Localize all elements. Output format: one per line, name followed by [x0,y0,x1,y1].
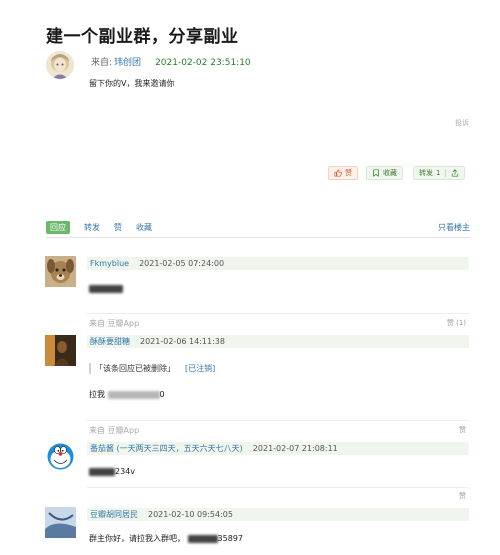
reshare-count: 1 [436,169,441,177]
comment-source: 来自 豆瓣App [89,426,140,435]
comment-source: 来自 豆瓣App [89,319,140,328]
comment-user[interactable]: 豆瓣胡同居民 [90,509,138,520]
comment-avatar[interactable] [45,256,76,287]
comment-like-link[interactable]: 赞 [459,491,466,501]
redacted-text [89,284,123,293]
quote-text: 「该条回应已被删除」 [95,364,175,373]
comment-time: 2021-02-10 09:54:05 [148,510,233,519]
author-link[interactable]: 玮创团 [114,58,141,68]
portrait-avatar-icon [45,335,76,366]
comment-text: 群主你好，请拉我入群吧， 35897 [89,533,243,544]
page-title: 建一个副业群，分享副业 [46,27,239,47]
share-icon[interactable] [451,169,459,177]
comment-tabs: 回应 转发 赞 收藏 只看楼主 [46,220,470,234]
collect-button[interactable]: 收藏 [366,166,403,180]
divider [445,169,447,177]
comment-text-prefix: 拉我 [89,390,105,399]
owner-only-link[interactable]: 只看楼主 [438,222,470,233]
divider [87,313,469,314]
collect-action: 收藏 [366,166,403,180]
quote-status[interactable]: [已注销] [185,363,215,374]
comment-avatar[interactable] [45,507,76,538]
comment-avatar[interactable] [45,441,76,472]
comment-avatar[interactable] [45,335,76,366]
thumbs-up-icon [334,169,342,177]
reshare-action: 转发 1 [413,166,466,180]
redacted-text [89,467,115,476]
comment-user[interactable]: 番茄酱 (一天两天三四天，五天六天七八天) [90,443,243,454]
comment-text-suffix: 234v [115,467,136,476]
from-label: 来自: [91,58,113,68]
post-time: 2021-02-02 23:51:10 [155,58,251,68]
comment-text-prefix: 群主你好，请拉我入群吧， [89,534,185,543]
author-avatar[interactable] [46,51,74,79]
comment-like-link[interactable]: 赞 [459,425,466,435]
comment-text-suffix: 35897 [217,534,243,543]
comment-user[interactable]: Fkmyblue [90,259,129,268]
redacted-text [187,534,218,543]
reshare-button[interactable]: 转发 1 [413,166,466,180]
post-meta: 来自: 玮创团 2021-02-02 23:51:10 [91,55,251,68]
tab-reshare[interactable]: 转发 [84,222,100,233]
quoted-reply: 「该条回应已被删除」 [已注销] [89,363,215,374]
tab-like[interactable]: 赞 [114,222,122,233]
comment-user[interactable]: 酥酥要甜糖 [90,336,130,347]
report-link[interactable]: 投诉 [455,118,469,128]
comment-header: 酥酥要甜糖 2021-02-06 14:11:38 [87,335,469,348]
bookmark-icon [373,169,379,177]
photo-avatar-icon [45,507,76,538]
comment-text [89,284,123,293]
like-button[interactable]: 赞 [328,166,358,180]
divider [87,420,469,421]
comment-header: Fkmyblue 2021-02-05 07:24:00 [87,257,469,270]
comment-time: 2021-02-06 14:11:38 [140,337,225,346]
dog-avatar-icon [45,256,76,287]
divider [87,487,469,488]
collect-label: 收藏 [383,169,397,177]
comment-time: 2021-02-07 21:08:11 [252,444,338,453]
comment-time: 2021-02-05 07:24:00 [139,259,225,268]
comment-text: 234v [89,467,135,476]
redacted-text [107,390,160,399]
like-label: 赞 [345,169,352,177]
comment-text-suffix: 0 [159,390,165,399]
comment-like-link[interactable]: 赞 (1) [447,318,466,328]
anime-avatar-icon [46,51,74,79]
comment-header: 豆瓣胡同居民 2021-02-10 09:54:05 [87,508,469,521]
tab-collect[interactable]: 收藏 [136,222,152,233]
reshare-label: 转发 [419,169,433,177]
post-body: 留下你的V，我来邀请你 [89,79,175,88]
divider [46,237,470,238]
like-action: 赞 [328,166,358,180]
doraemon-avatar-icon [45,441,76,472]
comment-header: 番茄酱 (一天两天三四天，五天六天七八天) 2021-02-07 21:08:1… [87,442,469,455]
comment-text: 拉我 0 [89,389,165,400]
tab-reply[interactable]: 回应 [46,220,70,234]
